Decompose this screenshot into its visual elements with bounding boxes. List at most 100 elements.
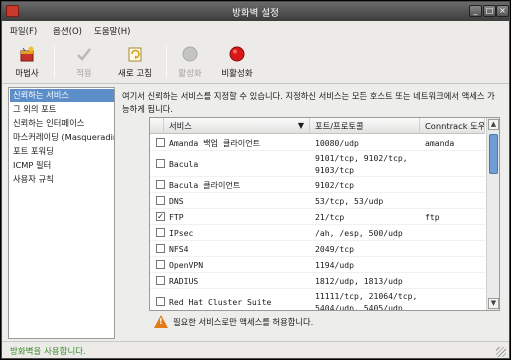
service-column-label: 서비스 xyxy=(169,121,192,131)
service-column-header[interactable]: 서비스 ▼ xyxy=(164,118,310,134)
scroll-up-icon[interactable]: ▲ xyxy=(488,119,499,130)
table-row[interactable]: OpenVPN 1194/udp xyxy=(150,257,485,273)
disable-button[interactable]: 비활성화 xyxy=(216,43,258,81)
service-name: RADIUS xyxy=(169,276,199,286)
port-column-header[interactable]: 포트/프로토콜 xyxy=(310,118,420,134)
reload-icon xyxy=(128,47,142,62)
table-row[interactable]: DNS 53/tcp, 53/udp xyxy=(150,193,485,209)
category-list: 신뢰하는 서비스 그 외의 포트 신뢰하는 인터페이스 마스커레이딩 (Masq… xyxy=(8,87,115,339)
table-row[interactable]: RADIUS 1812/udp, 1813/udp xyxy=(150,273,485,289)
checkmark-icon xyxy=(77,48,91,61)
wizard-label: 마법사 xyxy=(15,69,39,79)
service-name: OpenVPN xyxy=(169,260,204,270)
category-trusted-interfaces[interactable]: 신뢰하는 인터페이스 xyxy=(10,117,114,130)
window-title: 방화벽 설정 xyxy=(232,8,279,19)
service-checkbox[interactable] xyxy=(156,180,165,189)
close-button[interactable]: × xyxy=(496,5,509,17)
services-table: 서비스 ▼ 포트/프로토콜 Conntrack 도우미 Amanda 백업 클라… xyxy=(149,117,500,311)
warning-message: ! 필요한 서비스로만 액세스를 허용합니다. xyxy=(151,313,499,331)
service-name: Amanda 백업 클라이언트 xyxy=(169,138,261,148)
service-port: /ah, /esp, 500/udp xyxy=(315,228,403,238)
scrollbar-thumb[interactable] xyxy=(489,134,498,174)
scroll-down-icon[interactable]: ▼ xyxy=(488,298,499,309)
service-conntrack: ftp xyxy=(425,212,440,222)
service-port: 9103/tcp xyxy=(315,165,354,175)
service-port: 53/tcp, 53/udp xyxy=(315,196,384,206)
service-port: 10080/udp xyxy=(315,138,359,148)
service-port: 11111/tcp, 21064/tcp, xyxy=(315,291,418,301)
sort-down-icon: ▼ xyxy=(297,121,304,130)
category-port-forwarding[interactable]: 포트 포워딩 xyxy=(10,145,114,158)
status-bar: 방화벽을 사용합니다. xyxy=(2,341,509,358)
warning-text: 필요한 서비스로만 액세스를 허용합니다. xyxy=(173,317,314,327)
service-checkbox[interactable] xyxy=(156,159,165,168)
enable-button[interactable]: 활성화 xyxy=(172,43,208,81)
minimize-button[interactable]: _ xyxy=(469,5,482,17)
service-checkbox-checked[interactable]: ✓ xyxy=(156,212,165,221)
enable-icon xyxy=(182,46,198,62)
reload-button[interactable]: 새로 고침 xyxy=(112,43,158,81)
service-checkbox[interactable] xyxy=(156,244,165,253)
services-panel: 여기서 신뢰하는 서비스를 지정할 수 있습니다. 지정하신 서비스는 모든 호… xyxy=(118,87,504,339)
service-name: IPsec xyxy=(169,228,194,238)
service-port: 21/tcp xyxy=(315,212,345,222)
service-checkbox[interactable] xyxy=(156,260,165,269)
disable-label: 비활성화 xyxy=(221,69,253,79)
service-port: 1812/udp, 1813/udp xyxy=(315,276,403,286)
service-checkbox[interactable] xyxy=(156,228,165,237)
warning-icon-mark: ! xyxy=(159,317,163,326)
service-name: Red Hat Cluster Suite xyxy=(169,297,272,307)
category-icmp-filter[interactable]: ICMP 필터 xyxy=(10,159,114,172)
category-other-ports[interactable]: 그 외의 포트 xyxy=(10,103,114,116)
apply-label: 적용 xyxy=(76,69,92,79)
service-checkbox[interactable] xyxy=(156,276,165,285)
service-name: Bacula xyxy=(169,159,199,169)
service-port: 1194/udp xyxy=(315,260,354,270)
title-bar: 방화벽 설정 _ □ × xyxy=(2,2,509,21)
toolbar-separator xyxy=(54,46,55,78)
category-trusted-services[interactable]: 신뢰하는 서비스 xyxy=(10,89,114,102)
table-row[interactable]: NFS4 2049/tcp xyxy=(150,241,485,257)
wizard-icon xyxy=(20,46,34,62)
enable-label: 활성화 xyxy=(178,69,202,79)
service-port: 2049/tcp xyxy=(315,244,354,254)
service-name: DNS xyxy=(169,196,184,206)
service-checkbox[interactable] xyxy=(156,138,165,147)
service-name: NFS4 xyxy=(169,244,189,254)
apply-button[interactable]: 적용 xyxy=(64,43,104,81)
toolbar-separator xyxy=(166,46,167,78)
table-row[interactable]: ✓ FTP 21/tcp ftp xyxy=(150,209,485,225)
menu-file[interactable]: 파일(F) xyxy=(10,25,37,37)
table-row[interactable]: Red Hat Cluster Suite 11111/tcp, 21064/t… xyxy=(150,289,485,311)
service-conntrack: amanda xyxy=(425,138,455,148)
service-port: 9102/tcp xyxy=(315,180,354,190)
table-row[interactable]: IPsec /ah, /esp, 500/udp xyxy=(150,225,485,241)
service-checkbox[interactable] xyxy=(156,297,165,306)
conntrack-column-header[interactable]: Conntrack 도우미 xyxy=(420,118,485,134)
service-checkbox[interactable] xyxy=(156,196,165,205)
menu-bar: 파일(F) 옵션(O) 도움말(H) xyxy=(2,21,509,40)
toolbar: 마법사 적용 새로 고침 활성화 비활성화 xyxy=(2,40,509,84)
reload-label: 새로 고침 xyxy=(118,69,152,79)
category-masquerading[interactable]: 마스커레이딩 (Masquerading) xyxy=(10,131,114,144)
firewall-config-window: 방화벽 설정 _ □ × 파일(F) 옵션(O) 도움말(H) 마법사 적용 새… xyxy=(1,1,510,359)
table-header: 서비스 ▼ 포트/프로토콜 Conntrack 도우미 xyxy=(150,118,485,134)
service-port: 9101/tcp, 9102/tcp, xyxy=(315,153,408,163)
status-text: 방화벽을 사용합니다. xyxy=(10,347,86,357)
resize-grip-icon[interactable] xyxy=(496,347,506,357)
vertical-scrollbar[interactable]: ▲ ▼ xyxy=(486,118,499,310)
table-row[interactable]: Amanda 백업 클라이언트 10080/udp amanda xyxy=(150,135,485,151)
table-row[interactable]: Bacula 클라이언트 9102/tcp xyxy=(150,177,485,193)
checkbox-column-header xyxy=(150,118,164,134)
menu-help[interactable]: 도움말(H) xyxy=(94,25,130,37)
category-custom-rules[interactable]: 사용자 규칙 xyxy=(10,173,114,186)
menu-options[interactable]: 옵션(O) xyxy=(53,25,82,37)
service-name: Bacula 클라이언트 xyxy=(169,180,241,190)
service-port: 5404/udp, 5405/udp xyxy=(315,303,403,311)
wizard-button[interactable]: 마법사 xyxy=(8,43,46,81)
table-row[interactable]: Bacula 9101/tcp, 9102/tcp, 9103/tcp xyxy=(150,151,485,177)
disable-icon xyxy=(229,46,245,62)
services-description: 여기서 신뢰하는 서비스를 지정할 수 있습니다. 지정하신 서비스는 모든 호… xyxy=(122,91,495,114)
service-name: FTP xyxy=(169,212,184,222)
maximize-button[interactable]: □ xyxy=(483,5,496,17)
